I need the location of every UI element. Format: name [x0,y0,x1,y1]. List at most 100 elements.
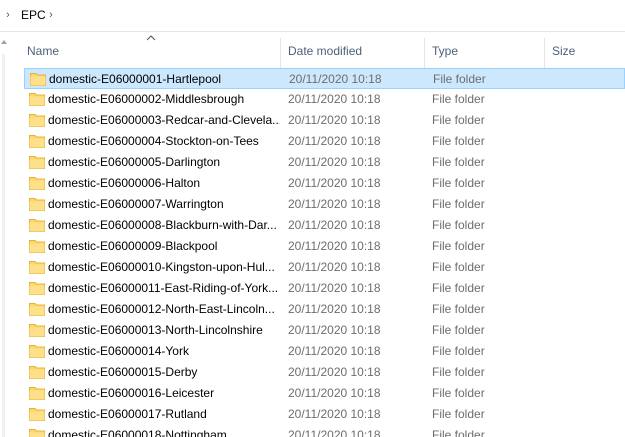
file-type: File folder [432,261,485,274]
file-name: domestic-E06000015-Derby [48,366,198,379]
file-name: domestic-E06000010-Kingston-upon-Hul... [48,261,275,274]
file-date-modified: 20/11/2020 10:18 [288,261,381,274]
file-row[interactable]: domestic-E06000004-Stockton-on-Tees 20/11… [24,131,625,152]
file-type: File folder [432,240,485,253]
file-name: domestic-E06000013-North-Lincolnshire [48,324,263,337]
sort-ascending-icon [146,35,156,41]
file-type: File folder [432,345,485,358]
file-row[interactable]: domestic-E06000010-Kingston-upon-Hul... 2… [24,257,625,278]
file-date-modified: 20/11/2020 10:18 [288,366,381,379]
file-name: domestic-E06000006-Halton [48,177,201,190]
chevron-right-icon[interactable]: › [46,9,56,21]
file-row[interactable]: domestic-E06000017-Rutland 20/11/2020 10:… [24,404,625,425]
file-type: File folder [432,114,485,127]
folder-icon [29,387,45,400]
column-divider[interactable] [544,38,545,68]
file-date-modified: 20/11/2020 10:18 [288,408,381,421]
file-name: domestic-E06000017-Rutland [48,408,207,421]
folder-icon [29,366,45,379]
folder-icon [29,408,45,421]
file-name: domestic-E06000003-Redcar-and-Clevela... [48,114,280,127]
folder-icon [29,429,45,437]
file-date-modified: 20/11/2020 10:18 [288,93,381,106]
file-type: File folder [432,408,485,421]
file-type: File folder [432,324,485,337]
file-row[interactable]: domestic-E06000016-Leicester 20/11/2020 1… [24,383,625,404]
file-date-modified: 20/11/2020 10:18 [288,198,381,211]
file-row[interactable]: domestic-E06000003-Redcar-and-Clevela...… [24,110,625,131]
file-row[interactable]: domestic-E06000011-East-Riding-of-York..… [24,278,625,299]
file-row[interactable]: domestic-E06000006-Halton 20/11/2020 10:1… [24,173,625,194]
chevron-right-icon[interactable]: › [3,9,13,21]
column-divider[interactable] [424,38,425,68]
folder-icon [30,73,46,86]
file-type: File folder [432,156,485,169]
address-bar[interactable]: › EPC › [0,0,625,32]
column-type-header[interactable]: Type [432,44,458,58]
file-type: File folder [432,198,485,211]
file-row[interactable]: domestic-E06000013-North-Lincolnshire 20/… [24,320,625,341]
folder-icon [29,324,45,337]
folder-icon [29,219,45,232]
file-explorer-window: › EPC › Name Date modified Type Size dom… [0,0,625,437]
folder-icon [29,303,45,316]
column-header-row: Name Date modified Type Size [8,32,625,68]
file-date-modified: 20/11/2020 10:18 [288,177,381,190]
file-type: File folder [432,366,485,379]
folder-icon [29,240,45,253]
folder-icon [29,93,45,106]
file-type: File folder [432,429,485,437]
folder-icon [29,135,45,148]
file-date-modified: 20/11/2020 10:18 [288,240,381,253]
folder-icon [29,282,45,295]
file-row[interactable]: domestic-E06000002-Middlesbrough 20/11/20… [24,89,625,110]
file-date-modified: 20/11/2020 10:18 [288,429,381,437]
file-date-modified: 20/11/2020 10:18 [288,387,381,400]
folder-icon [29,177,45,190]
file-row[interactable]: domestic-E06000015-Derby 20/11/2020 10:18… [24,362,625,383]
file-type: File folder [432,219,485,232]
column-date-header[interactable]: Date modified [288,44,362,58]
folder-icon [29,114,45,127]
file-name: domestic-E06000014-York [48,345,189,358]
scroll-up-icon[interactable] [1,40,7,44]
folder-icon [29,198,45,211]
file-name: domestic-E06000009-Blackpool [48,240,218,253]
file-name: domestic-E06000001-Hartlepool [49,73,222,86]
file-name: domestic-E06000008-Blackburn-with-Dar... [48,219,277,232]
file-row[interactable]: domestic-E06000009-Blackpool 20/11/2020 1… [24,236,625,257]
column-size-header[interactable]: Size [552,44,575,58]
file-date-modified: 20/11/2020 10:18 [288,324,381,337]
column-divider[interactable] [280,38,281,68]
column-name-header[interactable]: Name [27,44,59,58]
file-date-modified: 20/11/2020 10:18 [288,345,381,358]
file-date-modified: 20/11/2020 10:18 [288,303,381,316]
file-name: domestic-E06000018-Nottingham [48,429,227,437]
file-row[interactable]: domestic-E06000001-Hartlepool 20/11/2020 … [24,68,625,89]
file-date-modified: 20/11/2020 10:18 [288,282,381,295]
file-row[interactable]: domestic-E06000018-Nottingham 20/11/2020 … [24,425,625,437]
file-row[interactable]: domestic-E06000008-Blackburn-with-Dar...… [24,215,625,236]
file-type: File folder [432,387,485,400]
file-date-modified: 20/11/2020 10:18 [289,73,382,86]
file-type: File folder [432,93,485,106]
navigation-pane-edge [0,32,8,437]
file-row[interactable]: domestic-E06000012-North-East-Lincoln...… [24,299,625,320]
file-row[interactable]: domestic-E06000005-Darlington 20/11/2020 … [24,152,625,173]
file-date-modified: 20/11/2020 10:18 [288,114,381,127]
file-name: domestic-E06000016-Leicester [48,387,215,400]
breadcrumb-folder[interactable]: EPC [21,8,46,22]
file-list: domestic-E06000001-Hartlepool 20/11/2020 … [8,68,625,437]
file-row[interactable]: domestic-E06000014-York 20/11/2020 10:18 F… [24,341,625,362]
file-name: domestic-E06000007-Warrington [48,198,224,211]
navigation-scrollbar[interactable] [2,54,5,437]
file-row[interactable]: domestic-E06000007-Warrington 20/11/2020 … [24,194,625,215]
file-type: File folder [432,303,485,316]
file-name: domestic-E06000012-North-East-Lincoln... [48,303,275,316]
folder-icon [29,261,45,274]
file-type: File folder [432,177,485,190]
folder-icon [29,156,45,169]
file-type: File folder [433,73,486,86]
file-date-modified: 20/11/2020 10:18 [288,135,381,148]
file-name: domestic-E06000002-Middlesbrough [48,93,245,106]
